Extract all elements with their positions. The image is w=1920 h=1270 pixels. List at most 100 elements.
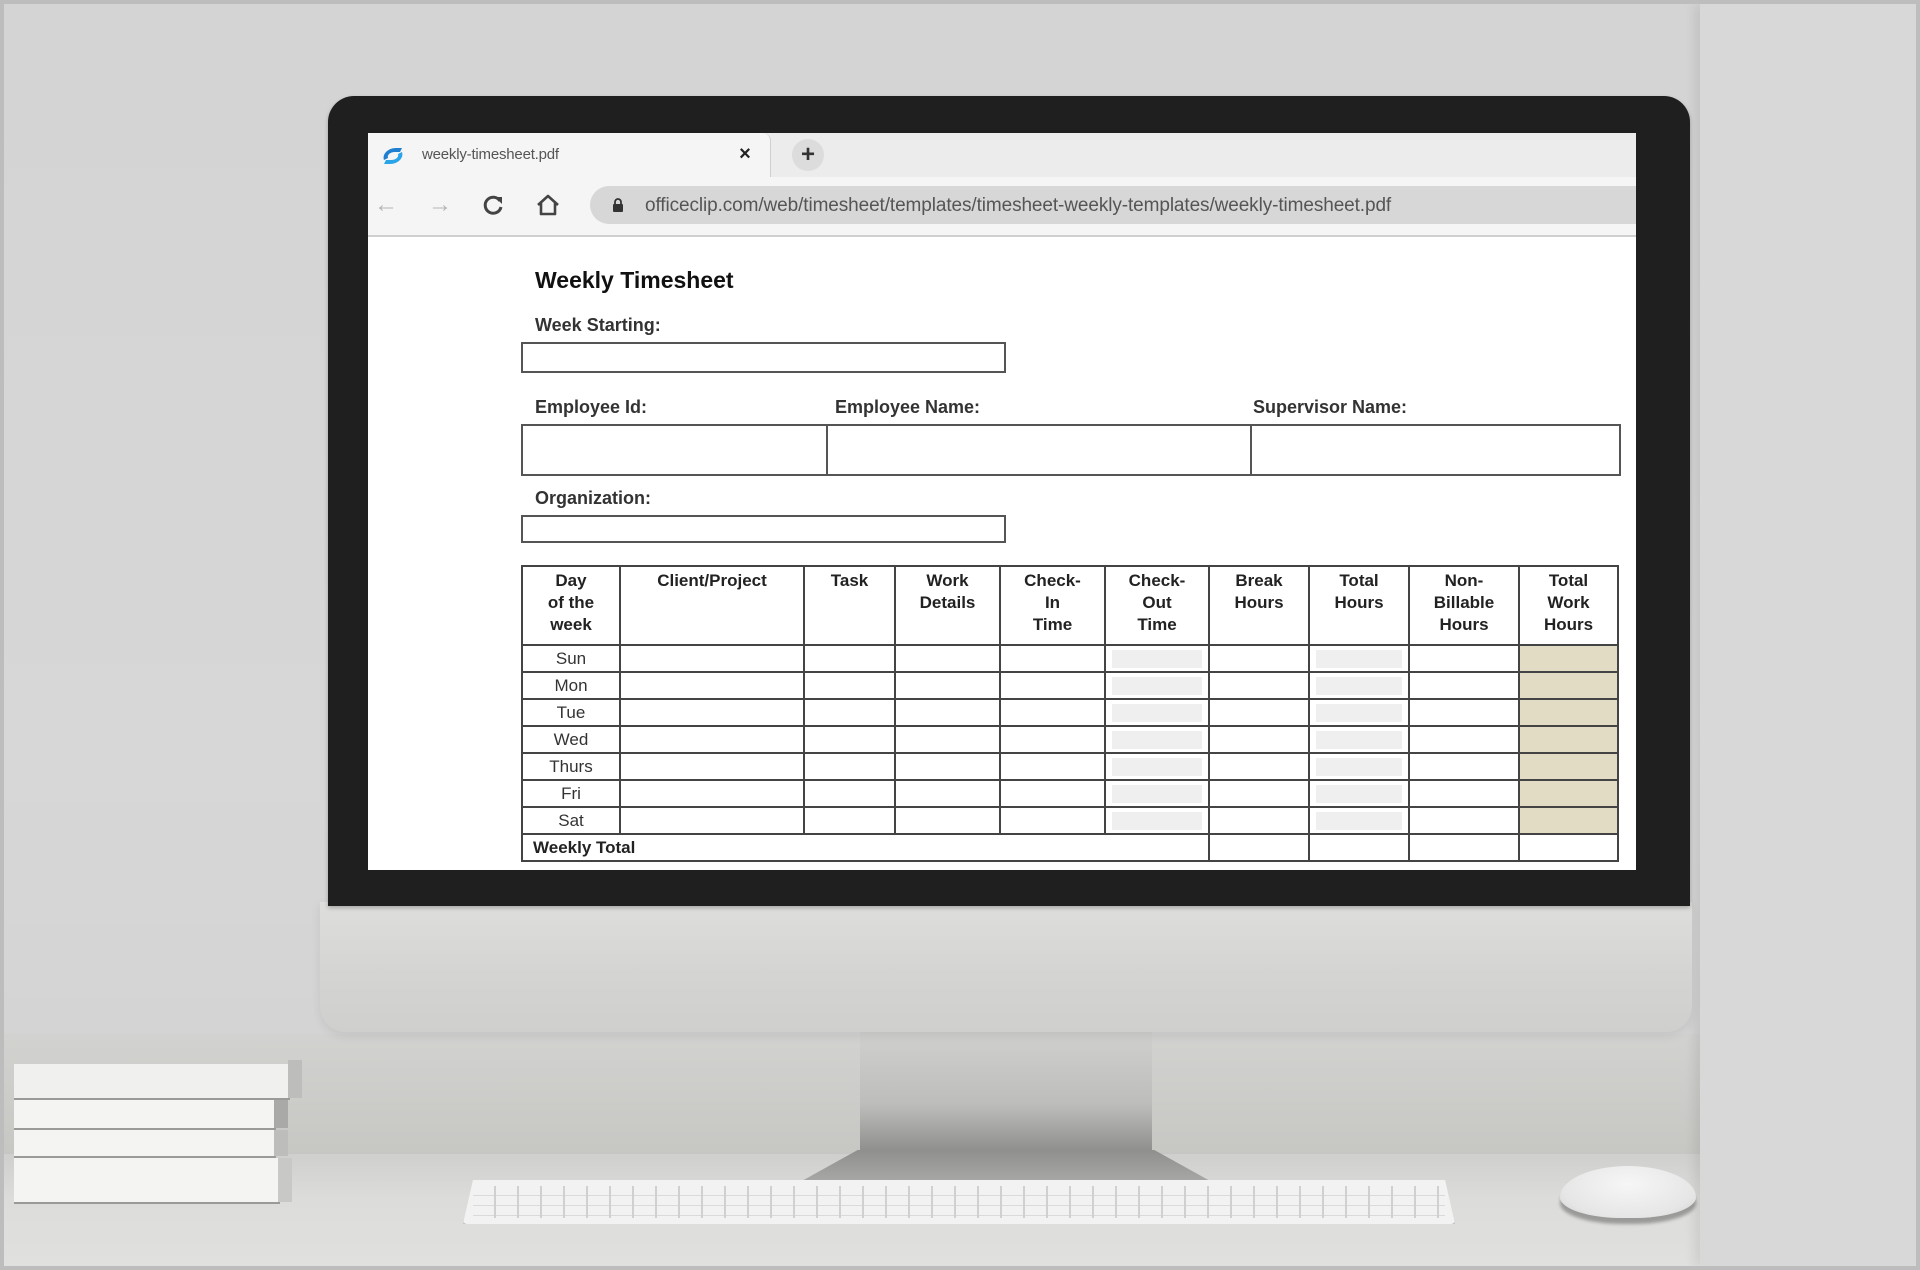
cell-client-project[interactable] — [619, 644, 805, 673]
cell-check-out-time[interactable] — [1104, 725, 1210, 754]
cell-work-details[interactable] — [894, 644, 1001, 673]
new-tab-button[interactable]: + — [792, 139, 824, 171]
organization-field[interactable] — [521, 515, 1006, 543]
cell-check-out-time[interactable] — [1104, 752, 1210, 781]
column-header-line: Time — [1032, 615, 1073, 634]
cell-non-billable-hours[interactable] — [1408, 671, 1520, 700]
cell-check-in-time[interactable] — [999, 644, 1106, 673]
browser-toolbar: ← → officeclip.com/web/timesheet/templat… — [368, 177, 1636, 237]
employee-id-field[interactable] — [521, 424, 828, 476]
cell-break-hours[interactable] — [1208, 779, 1310, 808]
cell-non-billable-hours[interactable] — [1408, 806, 1520, 835]
cell-task[interactable] — [803, 806, 896, 835]
cell-client-project[interactable] — [619, 779, 805, 808]
cell-non-billable-hours[interactable] — [1408, 779, 1520, 808]
cell-client-project[interactable] — [619, 725, 805, 754]
cell-total-hours[interactable] — [1308, 725, 1410, 754]
cell-task[interactable] — [803, 752, 896, 781]
cell-break-hours[interactable] — [1208, 698, 1310, 727]
back-arrow-icon[interactable]: ← — [370, 189, 402, 221]
weekly-total-label: Weekly Total — [521, 833, 1210, 862]
cell-check-in-time[interactable] — [999, 725, 1106, 754]
cell-check-in-time[interactable] — [999, 671, 1106, 700]
cell-check-in-time[interactable] — [999, 779, 1106, 808]
day-label: Fri — [521, 779, 621, 808]
column-header-line: Non- — [1444, 571, 1484, 590]
cell-total-work-hours[interactable] — [1518, 671, 1619, 700]
cell-check-out-time[interactable] — [1104, 671, 1210, 700]
cell-check-out-time[interactable] — [1104, 698, 1210, 727]
home-icon[interactable] — [532, 189, 564, 221]
cell-task[interactable] — [803, 698, 896, 727]
computed-cell-fill — [1316, 784, 1402, 803]
column-header-line: Task — [830, 571, 869, 590]
cell-work-details[interactable] — [894, 725, 1001, 754]
day-label: Sat — [521, 806, 621, 835]
cell-total-hours[interactable] — [1308, 698, 1410, 727]
cell-check-in-time[interactable] — [999, 698, 1106, 727]
cell-total-work-hours[interactable] — [1518, 752, 1619, 781]
reload-icon[interactable] — [477, 189, 509, 221]
tab-weekly-timesheet[interactable]: weekly-timesheet.pdf × — [368, 133, 771, 177]
cell-task[interactable] — [803, 671, 896, 700]
cell-client-project[interactable] — [619, 752, 805, 781]
supervisor-name-field[interactable] — [1250, 424, 1621, 476]
timesheet-table: Day of the week Client/Project Task Work Detai… — [521, 565, 1619, 862]
cell-break-hours[interactable] — [1208, 806, 1310, 835]
cell-total-work-hours[interactable] — [1518, 806, 1619, 835]
cell-total-work-hours[interactable] — [1518, 644, 1619, 673]
cell-total-hours[interactable] — [1308, 779, 1410, 808]
total-cell-total-work-hours[interactable] — [1518, 833, 1619, 862]
url-text[interactable]: officeclip.com/web/timesheet/templates/t… — [645, 195, 1391, 217]
address-bar[interactable]: officeclip.com/web/timesheet/templates/t… — [590, 186, 1636, 224]
column-header-line: Total — [1548, 571, 1589, 590]
total-cell-non-billable-hours[interactable] — [1408, 833, 1520, 862]
cell-total-hours[interactable] — [1308, 752, 1410, 781]
cell-total-hours[interactable] — [1308, 671, 1410, 700]
cell-work-details[interactable] — [894, 806, 1001, 835]
cell-check-in-time[interactable] — [999, 752, 1106, 781]
cell-total-hours[interactable] — [1308, 644, 1410, 673]
cell-check-in-time[interactable] — [999, 806, 1106, 835]
cell-client-project[interactable] — [619, 698, 805, 727]
cell-check-out-time[interactable] — [1104, 806, 1210, 835]
cell-total-hours[interactable] — [1308, 806, 1410, 835]
cell-non-billable-hours[interactable] — [1408, 698, 1520, 727]
cell-total-work-hours[interactable] — [1518, 779, 1619, 808]
total-cell-total-hours[interactable] — [1308, 833, 1410, 862]
cell-break-hours[interactable] — [1208, 725, 1310, 754]
cell-task[interactable] — [803, 725, 896, 754]
cell-non-billable-hours[interactable] — [1408, 725, 1520, 754]
employee-name-label: Employee Name: — [835, 397, 981, 417]
cell-work-details[interactable] — [894, 698, 1001, 727]
table-row-wed: Wed — [521, 725, 1619, 754]
forward-arrow-icon[interactable]: → — [424, 189, 456, 221]
employee-name-field[interactable] — [826, 424, 1252, 476]
close-tab-icon[interactable]: × — [735, 142, 755, 166]
employee-id-label: Employee Id: — [535, 397, 648, 417]
cell-break-hours[interactable] — [1208, 671, 1310, 700]
cell-work-details[interactable] — [894, 752, 1001, 781]
column-header-line: Details — [919, 593, 976, 612]
cell-task[interactable] — [803, 779, 896, 808]
computed-cell-fill — [1112, 730, 1202, 749]
cell-non-billable-hours[interactable] — [1408, 644, 1520, 673]
week-starting-field[interactable] — [521, 342, 1006, 373]
computed-cell-fill — [1112, 703, 1202, 722]
cell-check-out-time[interactable] — [1104, 779, 1210, 808]
cell-non-billable-hours[interactable] — [1408, 752, 1520, 781]
weekly-total-row: Weekly Total — [521, 833, 1619, 862]
cell-client-project[interactable] — [619, 671, 805, 700]
total-cell-break-hours[interactable] — [1208, 833, 1310, 862]
cell-total-work-hours[interactable] — [1518, 698, 1619, 727]
cell-work-details[interactable] — [894, 671, 1001, 700]
cell-work-details[interactable] — [894, 779, 1001, 808]
cell-total-work-hours[interactable] — [1518, 725, 1619, 754]
cell-break-hours[interactable] — [1208, 644, 1310, 673]
cell-task[interactable] — [803, 644, 896, 673]
cell-client-project[interactable] — [619, 806, 805, 835]
computed-cell-fill — [1316, 730, 1402, 749]
cell-break-hours[interactable] — [1208, 752, 1310, 781]
cell-check-out-time[interactable] — [1104, 644, 1210, 673]
book — [14, 1158, 292, 1204]
